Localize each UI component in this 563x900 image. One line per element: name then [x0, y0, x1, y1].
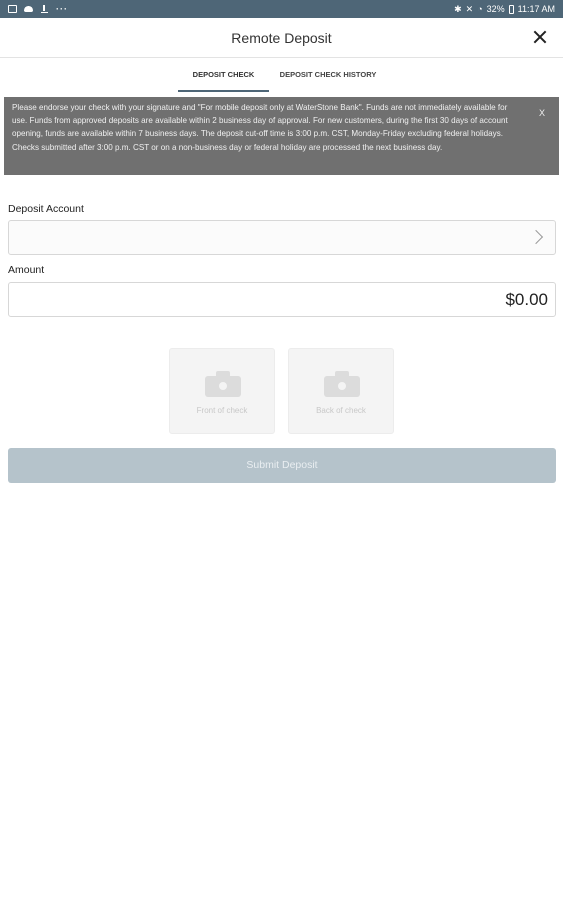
- page-title: Remote Deposit: [231, 29, 332, 46]
- bluetooth-icon: ✱: [454, 3, 462, 14]
- tab-bar: Deposit Check Deposit Check History: [0, 59, 563, 92]
- mute-icon: ✕: [465, 3, 474, 14]
- front-of-check-button[interactable]: Front of check: [169, 348, 275, 434]
- back-of-check-label: Back of check: [316, 406, 366, 415]
- image-icon: [8, 5, 17, 13]
- app-header: Remote Deposit: [0, 18, 563, 58]
- deposit-account-label: Deposit Account: [8, 203, 84, 215]
- tab-deposit-check-history[interactable]: Deposit Check History: [272, 59, 384, 92]
- status-time: 11:17 AM: [517, 4, 555, 14]
- endorsement-notice: Please endorse your check with your sign…: [4, 97, 559, 175]
- more-icon: ···: [56, 4, 68, 14]
- amount-input[interactable]: $0.00: [8, 282, 556, 317]
- camera-icon: [205, 371, 241, 397]
- battery-icon: [508, 4, 514, 14]
- submit-deposit-button[interactable]: Submit Deposit: [8, 448, 556, 483]
- close-icon[interactable]: [531, 28, 549, 46]
- cloud-icon: [24, 6, 33, 12]
- chevron-right-icon: [528, 229, 544, 245]
- amount-value: $0.00: [505, 290, 548, 309]
- wifi-icon: ◔: [477, 4, 483, 14]
- notice-text: Please endorse your check with your sign…: [12, 103, 508, 152]
- deposit-account-select[interactable]: [8, 220, 556, 255]
- download-icon: [40, 5, 49, 13]
- amount-label: Amount: [8, 264, 45, 276]
- back-of-check-button[interactable]: Back of check: [288, 348, 394, 434]
- front-of-check-label: Front of check: [196, 406, 248, 415]
- status-right: ✱ ✕ ◔ 32% 11:17 AM: [454, 4, 555, 15]
- status-bar: ··· ✱ ✕ ◔ 32% 11:17 AM: [0, 0, 563, 18]
- notice-close-button[interactable]: X: [539, 107, 545, 120]
- camera-icon: [324, 371, 360, 397]
- status-left-icons: ···: [8, 4, 68, 14]
- tab-deposit-check[interactable]: Deposit Check: [178, 59, 269, 92]
- battery-percent: 32%: [486, 4, 505, 14]
